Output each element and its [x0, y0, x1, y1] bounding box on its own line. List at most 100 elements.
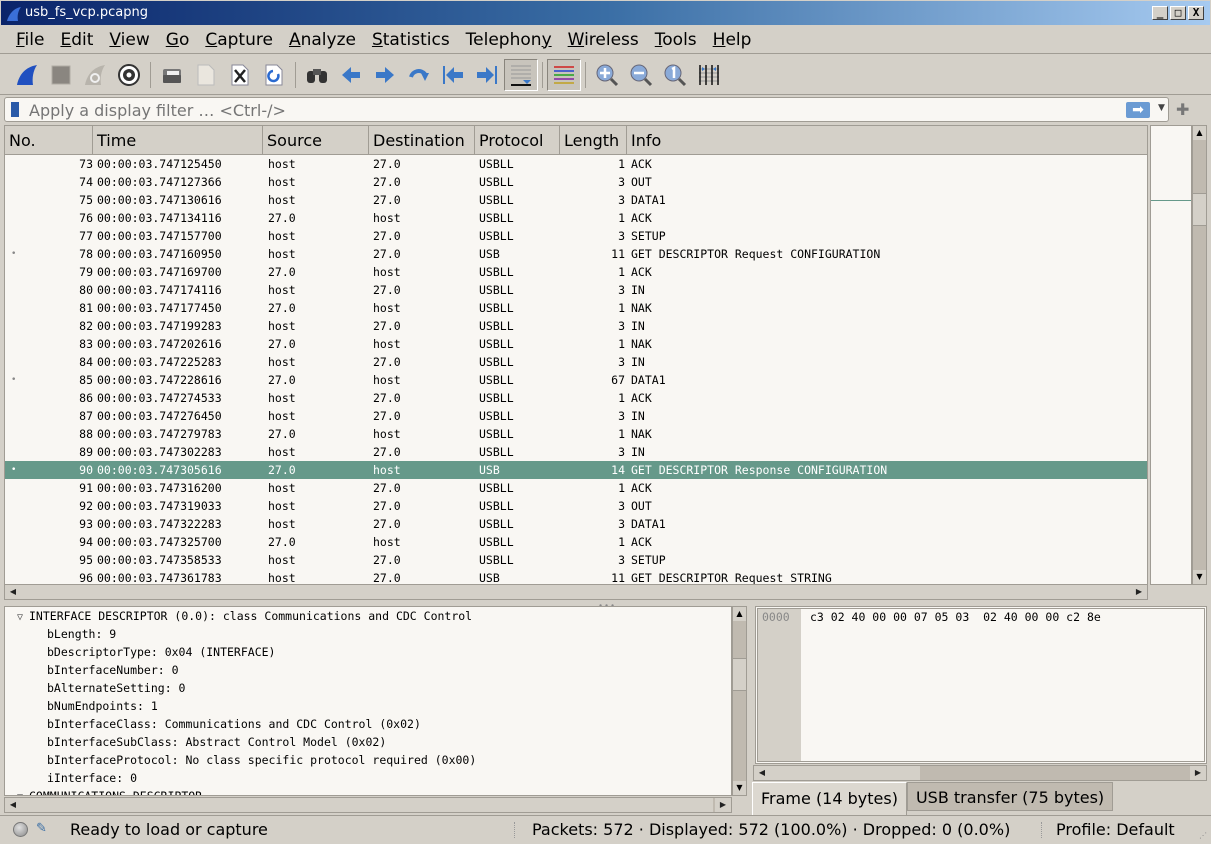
save-file-button[interactable] — [189, 59, 223, 91]
tree-field[interactable]: bInterfaceProtocol: No class specific pr… — [5, 751, 731, 769]
scroll-left-arrow-icon[interactable]: ◀ — [754, 766, 770, 780]
apply-filter-button[interactable]: ➡ — [1126, 102, 1150, 118]
column-header-length[interactable]: Length — [560, 126, 627, 155]
scroll-thumb[interactable] — [21, 798, 713, 812]
menu-telephony[interactable]: Telephony — [458, 30, 560, 50]
tree-node-interface-descriptor[interactable]: ▽ INTERFACE DESCRIPTOR (0.0): class Commu… — [5, 607, 731, 625]
scroll-right-arrow-icon[interactable]: ▶ — [1131, 585, 1147, 599]
details-hscrollbar[interactable]: ◀ ▶ — [4, 797, 732, 813]
tree-field[interactable]: bInterfaceSubClass: Abstract Control Mod… — [5, 733, 731, 751]
scroll-up-arrow-icon[interactable]: ▲ — [1193, 126, 1206, 140]
column-header-source[interactable]: Source — [263, 126, 369, 155]
stop-capture-button[interactable] — [44, 59, 78, 91]
packet-row[interactable]: 74 00:00:03.747127366 host 27.0 USBLL 3 OUT — [5, 173, 1147, 191]
packet-row[interactable]: 92 00:00:03.747319033 host 27.0 USBLL 3 OUT — [5, 497, 1147, 515]
hex-bytes[interactable]: c3 02 40 00 00 07 05 03 02 40 00 00 c2 8… — [810, 610, 1101, 624]
reload-file-button[interactable] — [257, 59, 291, 91]
scroll-up-arrow-icon[interactable]: ▲ — [733, 607, 746, 621]
menu-help[interactable]: Help — [705, 30, 760, 50]
packet-row[interactable]: 76 00:00:03.747134116 27.0 host USBLL 1 ACK — [5, 209, 1147, 227]
find-packet-button[interactable] — [300, 59, 334, 91]
packet-row[interactable]: 79 00:00:03.747169700 27.0 host USBLL 1 ACK — [5, 263, 1147, 281]
scroll-thumb[interactable] — [733, 658, 746, 691]
tree-field[interactable]: bDescriptorType: 0x04 (INTERFACE) — [5, 643, 731, 661]
zoom-in-button[interactable] — [590, 59, 624, 91]
packet-row[interactable]: 83 00:00:03.747202616 27.0 host USBLL 1 NAK — [5, 335, 1147, 353]
scroll-thumb[interactable] — [770, 766, 920, 780]
display-filter-input[interactable] — [29, 100, 1119, 120]
add-filter-button-icon[interactable]: ✚ — [1176, 100, 1189, 119]
tab-frame-bytes[interactable]: Frame (14 bytes) — [752, 782, 907, 816]
expert-info-led-icon[interactable] — [13, 822, 28, 837]
resize-columns-button[interactable] — [692, 59, 726, 91]
capture-options-button[interactable] — [112, 59, 146, 91]
scroll-thumb[interactable] — [21, 585, 1131, 599]
menu-statistics[interactable]: Statistics — [364, 30, 458, 50]
packet-list-hscrollbar[interactable]: ◀ ▶ — [4, 584, 1148, 600]
packet-row[interactable]: 84 00:00:03.747225283 host 27.0 USBLL 3 IN — [5, 353, 1147, 371]
bytes-hscrollbar[interactable]: ◀ ▶ — [753, 765, 1207, 781]
menu-view[interactable]: View — [101, 30, 157, 50]
menu-edit[interactable]: Edit — [52, 30, 101, 50]
packet-row[interactable]: 94 00:00:03.747325700 27.0 host USBLL 1 ACK — [5, 533, 1147, 551]
zoom-out-button[interactable] — [624, 59, 658, 91]
packet-row[interactable]: • 85 00:00:03.747228616 27.0 host USBLL 67 DATA… — [5, 371, 1147, 389]
tree-field[interactable]: bInterfaceNumber: 0 — [5, 661, 731, 679]
scroll-left-arrow-icon[interactable]: ◀ — [5, 798, 21, 812]
packet-row[interactable]: 95 00:00:03.747358533 host 27.0 USBLL 3 SETUP — [5, 551, 1147, 569]
column-header-info[interactable]: Info — [627, 126, 1147, 155]
expand-triangle-icon[interactable]: ▽ — [11, 789, 29, 795]
packet-row[interactable]: 86 00:00:03.747274533 host 27.0 USBLL 1 ACK — [5, 389, 1147, 407]
menu-tools[interactable]: Tools — [647, 30, 705, 50]
filter-history-dropdown[interactable]: ▼ — [1158, 103, 1165, 113]
packet-list-vscrollbar[interactable]: ▲ ▼ — [1192, 125, 1207, 585]
packet-row[interactable]: • 90 00:00:03.747305616 27.0 host USB 14 GET DE… — [5, 461, 1147, 479]
go-back-button[interactable] — [334, 59, 368, 91]
menu-capture[interactable]: Capture — [197, 30, 281, 50]
packet-row[interactable]: 73 00:00:03.747125450 host 27.0 USBLL 1 ACK — [5, 155, 1147, 173]
scroll-down-arrow-icon[interactable]: ▼ — [1193, 570, 1206, 584]
tree-node-communications-descriptor[interactable]: ▽COMMUNICATIONS DESCRIPTOR — [5, 787, 731, 795]
tree-field[interactable]: bAlternateSetting: 0 — [5, 679, 731, 697]
packet-row[interactable]: 87 00:00:03.747276450 host 27.0 USBLL 3 IN — [5, 407, 1147, 425]
packet-row[interactable]: 81 00:00:03.747177450 27.0 host USBLL 1 NAK — [5, 299, 1147, 317]
go-to-packet-button[interactable] — [402, 59, 436, 91]
packet-row[interactable]: 75 00:00:03.747130616 host 27.0 USBLL 3 DATA1 — [5, 191, 1147, 209]
zoom-normal-button[interactable] — [658, 59, 692, 91]
scroll-right-arrow-icon[interactable]: ▶ — [1190, 766, 1206, 780]
capture-comment-icon[interactable]: ✎ — [36, 821, 50, 837]
go-last-button[interactable] — [470, 59, 504, 91]
packet-minimap[interactable] — [1150, 125, 1192, 585]
maximize-button[interactable]: □ — [1170, 6, 1186, 20]
column-header-time[interactable]: Time — [93, 126, 263, 155]
menu-file[interactable]: File — [8, 30, 52, 50]
expand-triangle-icon[interactable]: ▽ — [11, 609, 29, 627]
menu-wireless[interactable]: Wireless — [560, 30, 647, 50]
column-header-protocol[interactable]: Protocol — [475, 126, 560, 155]
resize-grip-icon[interactable]: ⋰ — [1199, 831, 1207, 840]
autoscroll-button[interactable] — [504, 58, 538, 91]
profile-selector[interactable]: Profile: Default — [1056, 820, 1175, 839]
menu-analyze[interactable]: Analyze — [281, 30, 364, 50]
scroll-thumb[interactable] — [1193, 193, 1206, 226]
tab-usb-transfer-bytes[interactable]: USB transfer (75 bytes) — [906, 782, 1114, 811]
packet-row[interactable]: 88 00:00:03.747279783 27.0 host USBLL 1 NAK — [5, 425, 1147, 443]
tree-field[interactable]: bLength: 9 — [5, 625, 731, 643]
go-first-button[interactable] — [436, 59, 470, 91]
go-forward-button[interactable] — [368, 59, 402, 91]
packet-row[interactable]: 89 00:00:03.747302283 host 27.0 USBLL 3 IN — [5, 443, 1147, 461]
filter-bookmark-icon[interactable] — [11, 102, 19, 117]
scroll-down-arrow-icon[interactable]: ▼ — [733, 781, 746, 795]
tree-field[interactable]: bNumEndpoints: 1 — [5, 697, 731, 715]
tree-field[interactable]: bInterfaceClass: Communications and CDC … — [5, 715, 731, 733]
minimize-button[interactable]: _ — [1152, 6, 1168, 20]
colorize-button[interactable] — [547, 58, 581, 91]
menu-go[interactable]: Go — [158, 30, 198, 50]
tree-field[interactable]: iInterface: 0 — [5, 769, 731, 787]
details-vscrollbar[interactable]: ▲ ▼ — [732, 606, 747, 796]
close-file-button[interactable] — [223, 59, 257, 91]
packet-row[interactable]: 82 00:00:03.747199283 host 27.0 USBLL 3 IN — [5, 317, 1147, 335]
packet-row[interactable]: 91 00:00:03.747316200 host 27.0 USBLL 1 ACK — [5, 479, 1147, 497]
packet-row[interactable]: 77 00:00:03.747157700 host 27.0 USBLL 3 SETUP — [5, 227, 1147, 245]
packet-row[interactable]: 93 00:00:03.747322283 host 27.0 USBLL 3 DATA1 — [5, 515, 1147, 533]
